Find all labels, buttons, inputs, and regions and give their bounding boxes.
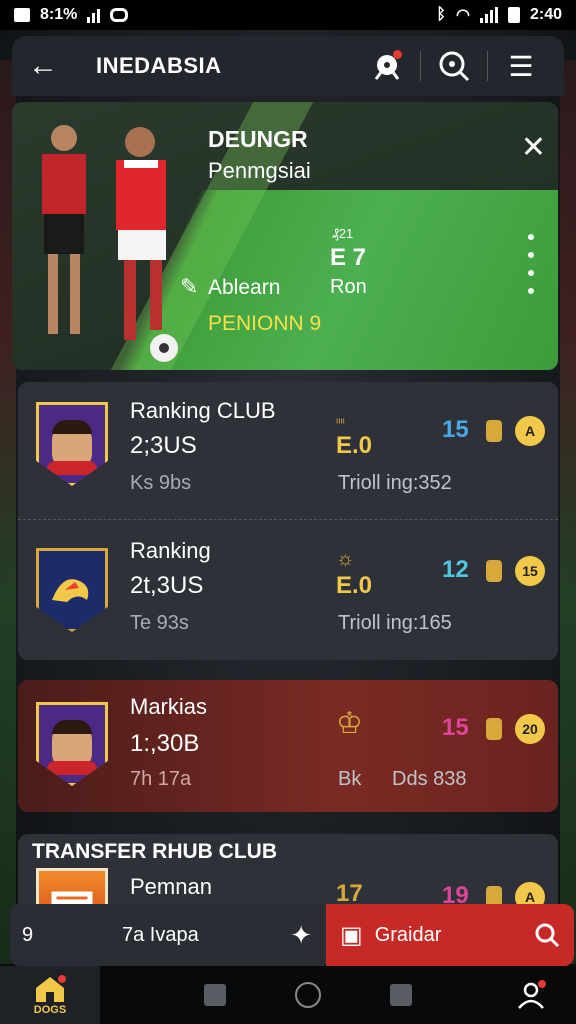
club-number: 12 (442, 556, 469, 583)
home-button[interactable] (294, 982, 321, 1008)
club-training: Trioll ing:165 (338, 612, 452, 634)
club-e-value: Bk (338, 768, 362, 790)
stadium-edge-right (560, 60, 576, 964)
action-bar-left[interactable]: 9 7a Ivapa ✦ (10, 904, 324, 966)
notification-dot (393, 50, 402, 59)
hero-title: DEUNGR (208, 126, 308, 152)
club-row[interactable]: Ranking 2t,3US Te 93s ☼ E.0 Trioll ing:1… (18, 522, 558, 660)
club-name: Ranking (130, 538, 211, 563)
rank-icon: ᶦᶦᶦᶦ (336, 414, 345, 430)
club-training: Dds 838 (392, 768, 467, 790)
player-crest-icon (36, 402, 108, 486)
club-e-value: E.0 (336, 432, 373, 459)
notification-button[interactable] (360, 46, 414, 86)
club-number: 15 (442, 416, 469, 443)
header-divider (420, 51, 421, 81)
profile-icon[interactable] (516, 980, 546, 1010)
back-nav-button[interactable] (390, 984, 413, 1006)
search-icon[interactable] (534, 922, 560, 948)
search-icon (439, 51, 470, 82)
club-training: Trioll ing:352 (338, 472, 452, 494)
hero-pension: PENIONN 9 (208, 312, 322, 335)
menu-icon: ☰ (508, 50, 534, 82)
action-text: 7a Ivapa (122, 923, 199, 946)
club-card: Ranking CLUB 2;3US Ks 9bs ᶦᶦᶦᶦ E.0 Triol… (18, 382, 558, 660)
status-left: 8:1% (14, 6, 129, 24)
club-row[interactable]: Ranking CLUB 2;3US Ks 9bs ᶦᶦᶦᶦ E.0 Triol… (18, 382, 558, 520)
graidar-label: Graidar (374, 923, 442, 946)
search-button[interactable] (427, 46, 481, 86)
menu-button[interactable]: ☰ (494, 46, 548, 86)
notification-icon (14, 8, 30, 22)
players-image (42, 125, 178, 362)
hero-player-name: Ablearn (208, 276, 281, 299)
status-time-left: 8:1% (40, 6, 78, 23)
close-button[interactable]: ✕ (521, 130, 546, 165)
player-crest-icon (36, 702, 108, 786)
club-value: 1:,30B (130, 730, 200, 757)
cast-icon (110, 8, 129, 22)
bottom-nav: DOGS (0, 966, 576, 1024)
club-value: 2t,3US (130, 572, 204, 599)
coin-icon[interactable]: A (515, 416, 545, 446)
graidar-button[interactable]: ▣ Graidar (326, 904, 574, 966)
coin-icon[interactable]: 15 (515, 556, 545, 586)
hero-banner[interactable]: DEUNGR Penmgsiai ✕ ✎ Ablearn ₰21 E 7 Ron… (12, 102, 558, 370)
status-time-right: 2:40 (529, 6, 562, 23)
clipboard-icon: ▣ (340, 921, 363, 949)
club-name: Markias (130, 694, 208, 719)
hero-subtitle: Penmgsiai (208, 158, 311, 183)
star-icon[interactable]: ✦ (290, 920, 312, 951)
page-title: INEDABSIA (96, 53, 222, 78)
hero-mini-label: ₰21 (332, 226, 354, 241)
cell-signal-icon (479, 7, 498, 23)
club-sub: Ks 9bs (130, 472, 192, 494)
club-sub: Te 93s (130, 612, 189, 634)
signal-icon (87, 7, 101, 23)
badge-icon (486, 718, 502, 740)
feather-icon: ✎ (180, 274, 199, 299)
status-right: ᛒ ◠ 2:40 (436, 5, 562, 25)
home-icon (36, 975, 66, 1002)
badge-icon (486, 560, 502, 582)
wifi-icon: ◠ (456, 7, 470, 24)
club-name: Pemnan (130, 874, 212, 899)
back-button[interactable]: ← (28, 49, 68, 83)
row-divider (18, 519, 558, 520)
griffin-crest-icon (36, 548, 108, 632)
action-number: 9 (22, 923, 34, 946)
coin-icon[interactable]: 20 (515, 714, 545, 744)
badge-icon (486, 420, 502, 442)
crown-icon: ♔ (336, 707, 363, 740)
section-title: TRANSFER RHUB CLUB (32, 840, 277, 863)
nav-home[interactable]: DOGS (0, 966, 100, 1024)
club-sub: 7h 17a (130, 768, 192, 790)
status-bar: 8:1% ᛒ ◠ 2:40 (0, 0, 576, 30)
app-header: ← INEDABSIA ☰ (12, 36, 564, 96)
hero-position: Ron (330, 276, 367, 298)
header-divider-2 (487, 51, 488, 81)
club-value: 2;3US (130, 432, 197, 459)
nav-home-label: DOGS (33, 1004, 67, 1016)
hero-score: E 7 (330, 244, 367, 271)
club-name: Ranking CLUB (130, 398, 276, 423)
battery-icon (507, 7, 520, 23)
bluetooth-icon: ᛒ (436, 6, 446, 23)
action-bar: 9 7a Ivapa ✦ ▣ Graidar (10, 904, 574, 966)
club-card-highlighted[interactable]: Markias 1:,30B 7h 17a ♔ Bk Dds 838 15 20 (18, 680, 558, 812)
club-number: 15 (442, 714, 469, 741)
rank-icon: ☼ (336, 548, 355, 570)
club-e-value: E.0 (336, 572, 373, 599)
recent-apps-button[interactable] (203, 984, 226, 1006)
more-options-button[interactable] (526, 234, 536, 294)
